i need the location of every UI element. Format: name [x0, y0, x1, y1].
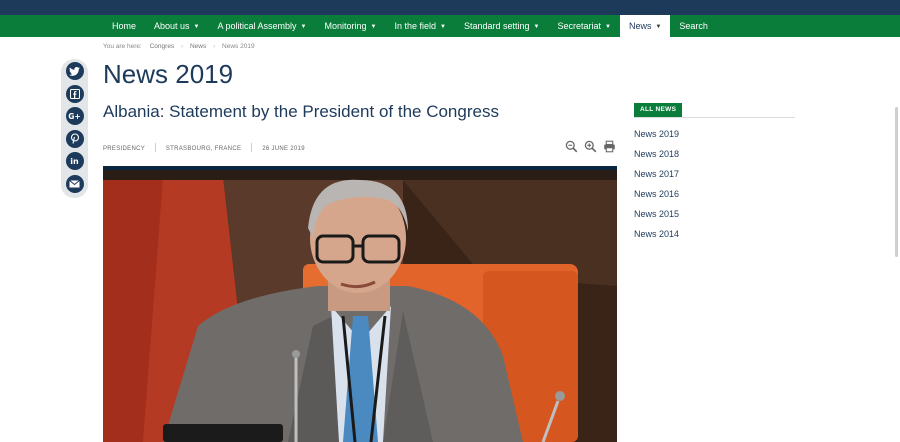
linkedin-icon[interactable]: in [65, 152, 84, 170]
article-meta: Presidency Strasbourg, France 26 June 20… [103, 143, 305, 152]
nav-label: Secretariat [557, 21, 601, 31]
caret-down-icon: ▼ [655, 24, 662, 30]
sidebar-item-news-2015[interactable]: News 2015 [634, 204, 795, 224]
nav-menu: Home About us ▼ A political Assembly ▼ Mon… [103, 15, 717, 37]
nav-item-news[interactable]: News ▼ [619, 15, 671, 37]
caret-down-icon: ▼ [193, 24, 200, 30]
email-icon[interactable] [65, 174, 84, 193]
nav-item-monitoring[interactable]: Monitoring ▼ [316, 15, 386, 37]
sidebar-item-news-2019[interactable]: News 2019 [634, 124, 795, 144]
caret-down-icon: ▼ [605, 24, 611, 30]
meta-divider [251, 143, 253, 152]
top-strip [0, 0, 900, 15]
zoom-in-icon[interactable] [584, 140, 597, 153]
social-share-bar: G+ in [61, 59, 88, 198]
caret-down-icon: ▼ [300, 24, 307, 30]
nav-label: A political Assembly [217, 21, 297, 31]
nav-item-political-assembly[interactable]: A political Assembly ▼ [209, 15, 316, 37]
nav-item-search[interactable]: Search [670, 15, 717, 37]
caret-down-icon: ▼ [440, 24, 446, 30]
nav-item-in-the-field[interactable]: In the field ▼ [385, 15, 454, 37]
sidebar-header: ALL NEWS [634, 103, 795, 118]
caret-down-icon: ▼ [533, 24, 540, 30]
all-news-badge[interactable]: ALL NEWS [634, 103, 683, 117]
caret-down-icon: ▼ [370, 24, 377, 30]
nav-label: News [628, 21, 652, 31]
sidebar-item-news-2016[interactable]: News 2016 [634, 184, 795, 204]
facebook-icon[interactable] [65, 84, 84, 103]
article-location: Strasbourg, France [165, 146, 242, 152]
nav-label: In the field [394, 21, 437, 31]
breadcrumb-prefix: You are here: [103, 43, 142, 50]
nav-label: Search [679, 21, 708, 31]
twitter-icon[interactable] [65, 62, 84, 80]
nav-label: About us [154, 21, 190, 31]
sidebar-item-news-2014[interactable]: News 2014 [634, 224, 795, 244]
scrollbar-track[interactable] [890, 37, 900, 442]
meta-divider [154, 143, 156, 152]
breadcrumb-link-news[interactable]: News [190, 43, 206, 50]
nav-item-standard-setting[interactable]: Standard setting ▼ [455, 15, 549, 37]
breadcrumb-separator: › [181, 43, 184, 50]
article-tools [565, 140, 616, 153]
breadcrumb-current: News 2019 [222, 43, 255, 50]
nav-label: Standard setting [463, 21, 530, 31]
article-title: Albania: Statement by the President of t… [103, 102, 499, 121]
google-plus-icon[interactable]: G+ [65, 107, 84, 125]
nav-item-about-us[interactable]: About us ▼ [145, 15, 208, 37]
article-photo [103, 166, 617, 442]
nav-item-home[interactable]: Home [103, 15, 145, 37]
breadcrumb-link-congres[interactable]: Congres [150, 43, 175, 50]
print-icon[interactable] [603, 140, 616, 153]
nav-label: Monitoring [324, 21, 367, 31]
scrollbar-thumb[interactable] [895, 107, 898, 257]
article-category[interactable]: Presidency [103, 146, 145, 152]
nav-item-secretariat[interactable]: Secretariat ▼ [548, 15, 619, 37]
zoom-out-icon[interactable] [565, 140, 578, 153]
sidebar-item-news-2018[interactable]: News 2018 [634, 144, 795, 164]
news-year-list: News 2019 News 2018 News 2017 News 2016 … [634, 124, 795, 244]
pinterest-icon[interactable] [65, 129, 84, 148]
breadcrumb-separator: › [213, 43, 216, 50]
article-date: 26 June 2019 [262, 146, 305, 152]
sidebar-item-news-2017[interactable]: News 2017 [634, 164, 795, 184]
president-photo-illustration [103, 166, 617, 442]
news-sidebar: ALL NEWS News 2019 News 2018 News 2017 N… [634, 103, 795, 244]
page-title: News 2019 [103, 59, 234, 89]
breadcrumb: You are here: Congres › News › News 2019 [103, 43, 255, 50]
nav-label: Home [112, 21, 137, 31]
main-navigation: Home About us ▼ A political Assembly ▼ Mon… [0, 15, 900, 37]
